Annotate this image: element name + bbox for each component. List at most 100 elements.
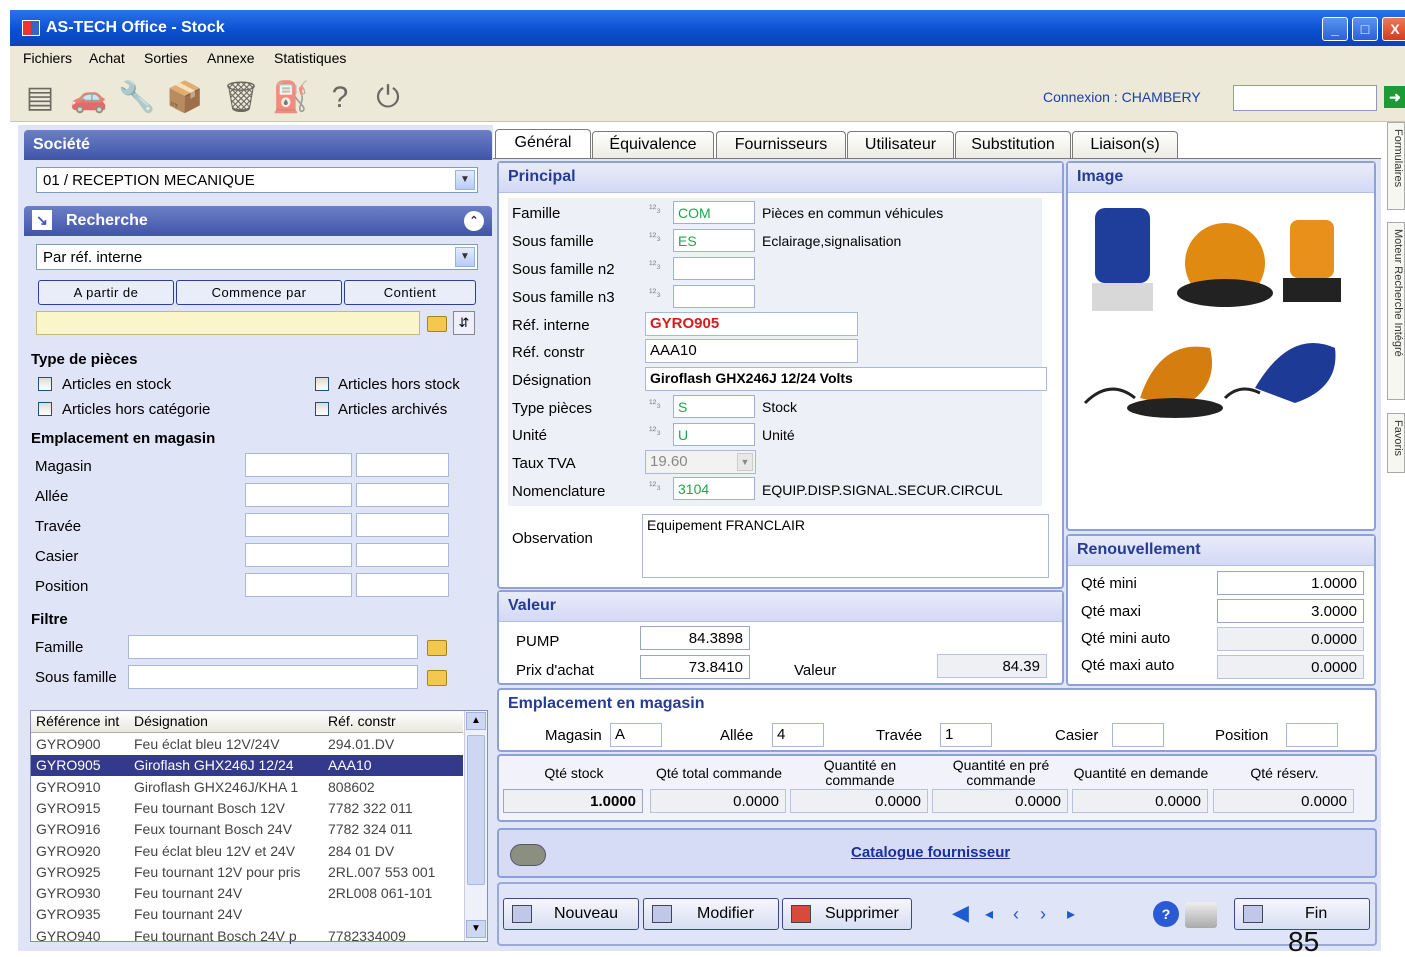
side-tab-favoris[interactable]: Favoris [1387,413,1405,473]
next-record-icon[interactable]: › [1040,904,1046,925]
scroll-down-icon[interactable]: ▼ [466,920,486,938]
search-mode-select[interactable]: Par réf. interne ▼ [36,244,478,270]
table-row[interactable]: GYRO935 Feu tournant 24V [31,904,463,925]
travee-to-input[interactable] [356,513,449,537]
scroll-up-icon[interactable]: ▲ [466,712,486,730]
type-pieces-code[interactable]: S [673,395,755,418]
catalogue-fournisseur-link[interactable]: Catalogue fournisseur [851,844,1010,861]
tab-equivalence[interactable]: Équivalence [592,131,714,158]
recherche-header[interactable]: ↘ Recherche ⌃ [24,206,492,236]
minimize-button[interactable]: _ [1322,17,1348,41]
checkbox-en-stock[interactable] [38,377,52,391]
search-apartir-button[interactable]: A partir de [38,280,174,305]
grid-scrollbar[interactable]: ▲ ▼ [464,711,487,941]
emplacement-casier-input[interactable] [1112,723,1164,747]
connect-arrow-icon[interactable]: ➜ [1384,86,1405,108]
maximize-button[interactable]: □ [1352,17,1378,41]
tab-liaisons[interactable]: Liaison(s) [1072,131,1178,158]
checkbox-hors-categorie[interactable] [38,402,52,416]
observation-textarea[interactable]: Equipement FRANCLAIR [642,514,1049,578]
table-row[interactable]: GYRO900 Feu éclat bleu 12V/24V 294.01.DV [31,734,463,755]
tab-substitution[interactable]: Substitution [955,131,1071,158]
printer-icon[interactable] [1185,902,1217,928]
wrench-icon[interactable]: 🔧 [118,80,155,116]
table-row[interactable]: GYRO915 Feu tournant Bosch 12V 7782 322 01… [31,798,463,819]
table-row[interactable]: GYRO910 Giroflash GHX246J/KHA 1 808602 [31,777,463,798]
pump-value[interactable]: 84.3898 [640,626,750,650]
taux-tva-select[interactable]: 19.60 ▼ [645,450,756,474]
unite-code[interactable]: U [673,423,755,446]
position-from-input[interactable] [245,573,352,597]
menu-sorties[interactable]: Sorties [144,50,188,66]
menu-statistiques[interactable]: Statistiques [274,50,346,66]
previous-page-icon[interactable]: ◂ [985,904,993,924]
tab-utilisateur[interactable]: Utilisateur [847,131,954,158]
travee-from-input[interactable] [245,513,352,537]
table-row[interactable]: GYRO916 Feux tournant Bosch 24V 7782 324 0… [31,819,463,840]
supprimer-button[interactable]: Supprimer [782,898,912,930]
column-reference[interactable]: Référence int [36,713,119,729]
table-row[interactable]: GYRO940 Feu tournant Bosch 24V p 778233400… [31,926,463,947]
help-icon[interactable]: ? [1153,901,1179,927]
filter-icon[interactable]: 🗑 [222,80,260,116]
document-icon[interactable]: ▤ [22,80,58,116]
menu-annexe[interactable]: Annexe [207,50,254,66]
emplacement-position-input[interactable] [1286,723,1338,747]
next-page-icon[interactable]: ▸ [1067,904,1075,924]
table-row[interactable]: GYRO925 Feu tournant 12V pour pris 2RL.007… [31,862,463,883]
side-tab-moteur-recherche[interactable]: Moteur Recherche Intégré [1387,222,1405,400]
close-button[interactable]: X [1382,17,1405,41]
menu-fichiers[interactable]: Fichiers [23,50,72,66]
car-icon[interactable]: 🚗 [70,80,107,116]
ref-constr-input[interactable]: AAA10 [645,339,858,363]
menu-achat[interactable]: Achat [89,50,125,66]
refresh-icon[interactable]: ⇵ [453,311,475,335]
filter-sous-famille-input[interactable] [128,665,418,689]
sous-famille-n3-code[interactable] [673,285,755,308]
table-row[interactable]: GYRO905 Giroflash GHX246J 12/24 AAA10 [31,755,463,777]
table-row[interactable]: GYRO920 Feu éclat bleu 12V et 24V 284 01 D… [31,841,463,862]
casier-to-input[interactable] [356,543,449,567]
checkbox-hors-stock[interactable] [315,377,329,391]
tab-fournisseurs[interactable]: Fournisseurs [716,131,846,158]
connexion-input[interactable] [1233,85,1377,111]
position-to-input[interactable] [356,573,449,597]
search-commence-button[interactable]: Commence par [176,280,342,305]
column-designation[interactable]: Désignation [134,713,208,729]
magasin-to-input[interactable] [356,453,449,477]
help-icon[interactable]: ? [322,80,358,116]
sous-famille-n2-code[interactable] [673,257,755,280]
sous-famille-code[interactable]: ES [673,229,755,252]
ref-interne-input[interactable]: GYRO905 [645,312,858,336]
emplacement-allee-input[interactable]: 4 [772,723,824,747]
checkbox-archives[interactable] [315,402,329,416]
qte-maxi-input[interactable]: 3.0000 [1217,599,1364,623]
designation-input[interactable]: Giroflash GHX246J 12/24 Volts [645,367,1047,391]
prix-achat-value[interactable]: 73.8410 [640,655,750,679]
table-row[interactable]: GYRO930 Feu tournant 24V 2RL008 061-101 [31,883,463,904]
nouveau-button[interactable]: Nouveau [503,898,639,930]
side-tab-formulaires[interactable]: Formulaires [1387,122,1405,210]
folder-icon[interactable] [427,670,447,686]
search-input[interactable] [36,311,420,335]
first-record-icon[interactable]: ◀ [952,900,969,926]
modifier-button[interactable]: Modifier [643,898,779,930]
folder-icon[interactable] [427,640,447,656]
allee-to-input[interactable] [356,483,449,507]
emplacement-magasin-input[interactable]: A [610,723,662,747]
scroll-thumb[interactable] [467,735,485,885]
previous-record-icon[interactable]: ‹ [1013,904,1019,925]
filter-famille-input[interactable] [128,635,418,659]
oil-can-icon[interactable]: ⛽ [272,80,309,116]
search-contient-button[interactable]: Contient [344,280,476,305]
tab-general[interactable]: Général [495,129,591,158]
chevron-down-icon[interactable]: ▼ [455,247,475,267]
power-icon[interactable]: ⏻ [370,80,406,116]
casier-from-input[interactable] [245,543,352,567]
emplacement-travee-input[interactable]: 1 [940,723,992,747]
chevron-down-icon[interactable]: ▼ [737,453,753,471]
boxes-icon[interactable]: 📦 [166,80,203,116]
magasin-from-input[interactable] [245,453,352,477]
column-ref-constr[interactable]: Réf. constr [328,713,396,729]
collapse-icon[interactable]: ⌃ [464,211,484,231]
